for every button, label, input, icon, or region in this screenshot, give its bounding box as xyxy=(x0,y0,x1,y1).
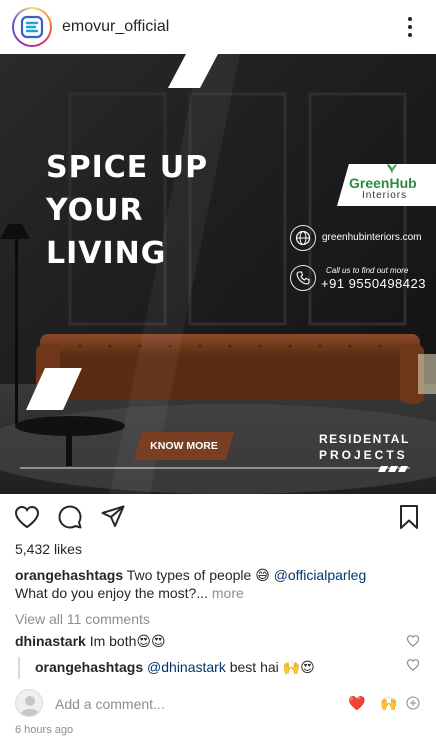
add-comment-input[interactable]: Add a comment... xyxy=(55,696,165,712)
phone-number: +91 9550498423 xyxy=(321,276,426,291)
reply-item: orangehashtags @dhinastark best hai 🙌😍 xyxy=(35,659,315,676)
action-bar xyxy=(0,494,436,538)
post-headline: SPICE UP YOUR LIVING xyxy=(46,146,208,275)
reply-text: best hai 🙌😍 xyxy=(229,659,315,675)
caption-line-2-text: What do you enjoy the most?... xyxy=(15,585,208,601)
post-caption: orangehashtags Two types of people 😅 @of… xyxy=(15,565,425,585)
website-text: greenhubinteriors.com xyxy=(322,232,422,243)
comment-item: dhinastark Im both😍😍 xyxy=(15,633,166,650)
like-heart-icon[interactable] xyxy=(14,504,40,530)
brand-subtitle: Interiors xyxy=(362,190,408,201)
call-label: Call us to find out more xyxy=(326,266,409,275)
comment-text: Im both😍😍 xyxy=(89,633,166,649)
caption-mention[interactable]: @officialparleg xyxy=(274,567,367,583)
brand-name: GreenHub xyxy=(349,175,417,191)
tagline-line-1: RESIDENTAL xyxy=(319,432,410,446)
share-send-icon[interactable] xyxy=(100,504,126,530)
comment-username[interactable]: dhinastark xyxy=(15,633,86,649)
headline-line-3: LIVING xyxy=(46,236,167,271)
post-timestamp: 6 hours ago xyxy=(15,724,74,736)
reply-thread-line xyxy=(18,657,20,679)
post-header: emovur_official xyxy=(0,0,436,54)
phone-icon xyxy=(290,265,316,291)
reply-username[interactable]: orangehashtags xyxy=(35,659,143,675)
caption-username[interactable]: orangehashtags xyxy=(15,567,123,583)
tagline-line-2: PROJECTS xyxy=(319,448,408,462)
comment-composer: Add a comment... ❤️ 🙌 xyxy=(0,686,436,720)
current-user-avatar xyxy=(15,689,43,717)
caption-more-link[interactable]: more xyxy=(212,585,244,601)
view-all-comments-link[interactable]: View all 11 comments xyxy=(15,611,150,627)
add-emoji-plus-icon[interactable] xyxy=(406,696,420,710)
caption-text: Two types of people 😅 xyxy=(126,567,270,583)
post-image[interactable]: SPICE UP YOUR LIVING GreenHub Interiors … xyxy=(0,54,436,494)
headline-line-2: YOUR xyxy=(46,193,144,228)
reply-like-heart-icon[interactable] xyxy=(406,658,420,672)
comment-like-heart-icon[interactable] xyxy=(406,634,420,648)
more-options-icon[interactable] xyxy=(400,17,420,37)
know-more-button[interactable]: KNOW MORE xyxy=(134,432,234,460)
likes-number: 5,432 xyxy=(15,541,51,557)
globe-icon xyxy=(290,225,316,251)
caption-line-2: What do you enjoy the most?... more xyxy=(15,585,244,601)
likes-label: likes xyxy=(53,541,82,557)
comment-bubble-icon[interactable] xyxy=(57,504,83,530)
post-username[interactable]: emovur_official xyxy=(62,18,169,36)
profile-avatar[interactable] xyxy=(12,7,52,47)
avatar-logo-icon xyxy=(14,9,50,45)
quick-reaction-heart[interactable]: ❤️ xyxy=(348,695,365,711)
reply-mention[interactable]: @dhinastark xyxy=(147,659,226,675)
leaf-logo-icon xyxy=(387,164,397,175)
headline-line-1: SPICE UP xyxy=(46,150,209,185)
quick-reaction-raised-hands[interactable]: 🙌 xyxy=(380,695,397,711)
save-bookmark-icon[interactable] xyxy=(396,504,422,530)
likes-count[interactable]: 5,432 likes xyxy=(15,541,82,557)
